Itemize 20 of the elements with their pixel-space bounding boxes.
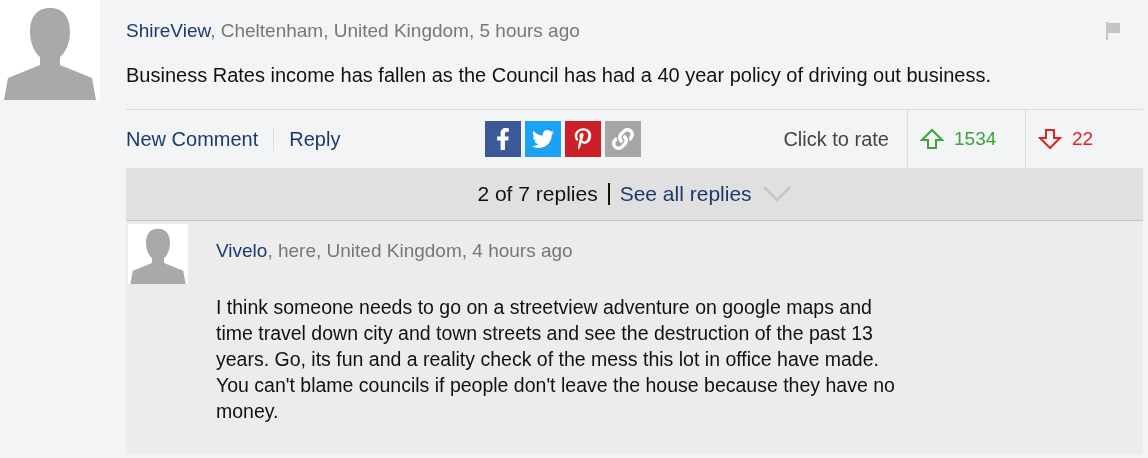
up-arrow-icon — [920, 128, 944, 150]
comment-action-link[interactable]: New Comment — [126, 127, 274, 151]
author-name[interactable]: Vivelo — [216, 240, 268, 261]
comment-meta: , Cheltenham, United Kingdom, 5 hours ago — [210, 20, 580, 41]
facebook-share-button[interactable] — [485, 121, 522, 157]
flag-icon[interactable] — [1103, 21, 1123, 41]
author-name[interactable]: ShireView — [126, 20, 211, 41]
comment-action-link[interactable]: Reply — [273, 127, 356, 151]
twitter-logo-icon — [532, 128, 555, 150]
down-arrow-icon — [1038, 128, 1062, 150]
rate-label: Click to rate — [783, 127, 889, 151]
pinterest-share-button[interactable] — [565, 121, 602, 157]
reply-count: 2 of 7 replies — [477, 183, 610, 205]
link-share-button[interactable] — [605, 121, 642, 157]
link-logo-icon — [612, 128, 635, 150]
reply-meta: , here, United Kingdom, 4 hours ago — [267, 240, 573, 261]
see-all-replies-link[interactable]: See all replies — [619, 182, 752, 206]
reply-text: I think someone needs to go on a streetview adventure on google maps and time travel down city and town streets and see the destruction of the past 13 years. Go, its fun and a reality check of the mess this lot in office have made. You can't blame councils if people don't leave the house because they have no money. — [216, 295, 896, 424]
comment-text: Business Rates income has fallen as the Council has had a 40 year policy of driving out business. — [126, 64, 992, 87]
twitter-share-button[interactable] — [525, 121, 562, 157]
